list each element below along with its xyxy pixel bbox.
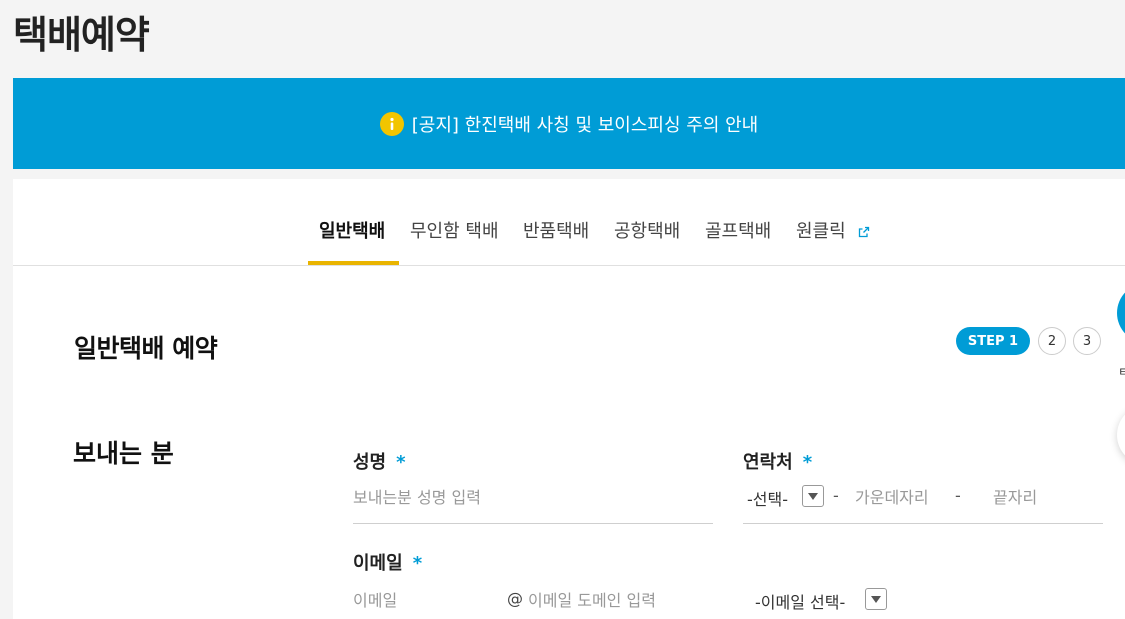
notice-text: [공지] 한진택배 사칭 및 보이스피싱 주의 안내 <box>411 114 759 136</box>
tab-airport-delivery[interactable]: 공항택배 <box>614 217 680 243</box>
caret-down-icon <box>871 595 881 603</box>
sender-section-title: 보내는 분 <box>73 439 174 468</box>
notice-banner: [공지] 한진택배 사칭 및 보이스피싱 주의 안내 <box>13 78 1125 169</box>
service-tabs: 일반택배 무인함 택배 반품택배 공항택배 골프택배 원클릭 <box>13 179 1125 266</box>
phone-middle-input[interactable] <box>855 485 955 509</box>
caret-down-icon <box>808 492 818 500</box>
floating-action-label: ㅌ <box>1118 365 1125 379</box>
email-id-input[interactable] <box>353 588 503 612</box>
tab-one-click[interactable]: 원클릭 <box>796 217 846 243</box>
phone-separator: - <box>833 486 839 505</box>
sender-email-label: 이메일 * <box>353 549 422 575</box>
email-domain-input[interactable] <box>528 588 728 612</box>
tab-general-delivery[interactable]: 일반택배 <box>319 217 385 243</box>
required-mark: * <box>412 553 423 574</box>
section-title: 일반택배 예약 <box>74 334 218 363</box>
phone-separator: - <box>955 486 961 505</box>
email-domain-select[interactable]: -이메일 선택- <box>755 589 845 613</box>
sender-phone-label: 연락처 * <box>743 448 812 474</box>
phone-last-input[interactable] <box>993 485 1093 509</box>
sender-name-label: 성명 * <box>353 448 406 474</box>
sender-phone-label-text: 연락처 <box>743 452 793 473</box>
reservation-card: 일반택배 무인함 택배 반품택배 공항택배 골프택배 원클릭 일반택배 예약 S… <box>13 179 1125 619</box>
sender-name-input[interactable] <box>353 485 713 509</box>
sender-name-label-text: 성명 <box>353 452 387 473</box>
email-at-sign: @ <box>507 589 523 608</box>
phone-prefix-select[interactable]: -선택- <box>747 486 788 510</box>
page-title: 택배예약 <box>13 13 150 57</box>
step-3-indicator: 3 <box>1073 327 1101 355</box>
tab-golf-delivery[interactable]: 골프택배 <box>705 217 771 243</box>
active-tab-indicator <box>308 261 399 265</box>
sender-name-underline <box>353 523 713 524</box>
step-1-indicator: STEP 1 <box>956 327 1030 355</box>
sender-email-label-text: 이메일 <box>353 553 403 574</box>
email-domain-dropdown-button[interactable] <box>865 588 887 610</box>
notice-link[interactable]: [공지] 한진택배 사칭 및 보이스피싱 주의 안내 <box>379 111 759 137</box>
tab-locker-delivery[interactable]: 무인함 택배 <box>410 217 499 243</box>
phone-prefix-dropdown-button[interactable] <box>802 485 824 507</box>
info-icon <box>379 111 404 136</box>
external-link-icon <box>858 223 870 242</box>
tab-return-delivery[interactable]: 반품택배 <box>523 217 589 243</box>
required-mark: * <box>396 452 406 473</box>
sender-phone-underline <box>743 523 1103 524</box>
required-mark: * <box>802 452 813 473</box>
step-2-indicator: 2 <box>1038 327 1066 355</box>
